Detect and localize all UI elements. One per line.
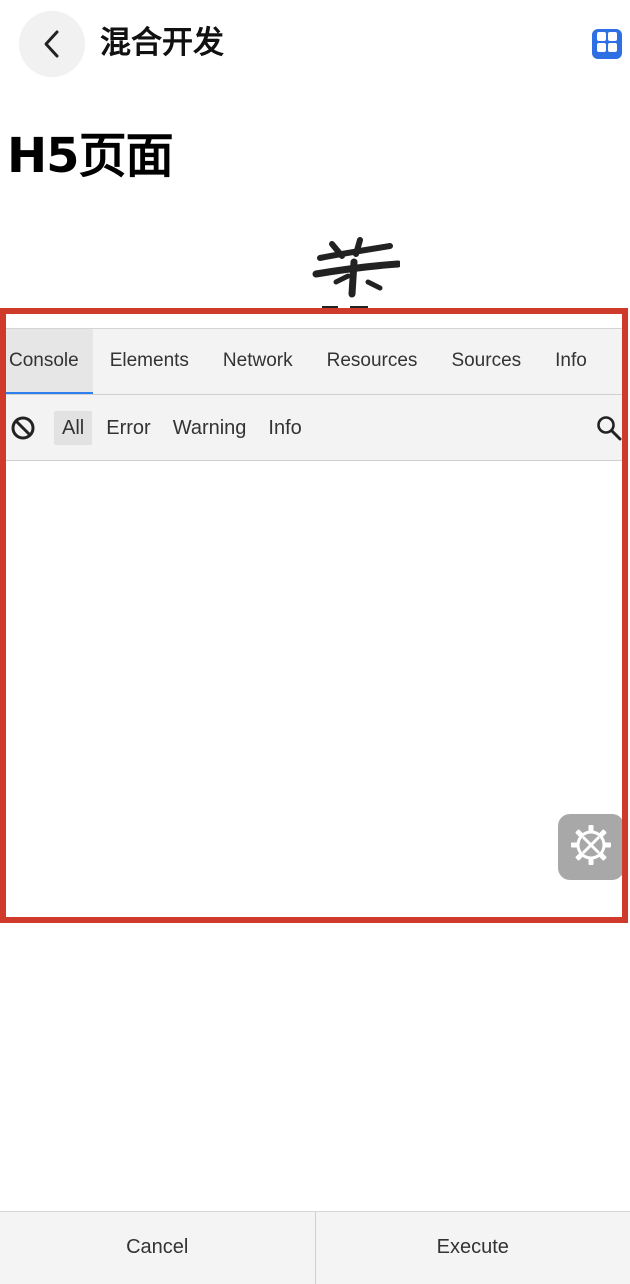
- tab-resources[interactable]: Resources: [310, 329, 435, 394]
- console-output: [6, 461, 622, 917]
- back-button[interactable]: [19, 11, 85, 77]
- content-heading: H5页面: [7, 128, 174, 184]
- settings-button[interactable]: [558, 814, 622, 880]
- filter-all[interactable]: All: [54, 410, 93, 445]
- tab-network[interactable]: Network: [206, 329, 310, 394]
- calligraphy-image: [310, 236, 402, 316]
- apps-button[interactable]: [592, 29, 622, 59]
- block-icon[interactable]: [10, 415, 36, 441]
- filter-error[interactable]: Error: [98, 411, 158, 445]
- action-bar: Cancel Execute: [0, 1211, 630, 1284]
- execute-button[interactable]: Execute: [314, 1212, 630, 1284]
- console-filterbar: All Error Warning Info: [6, 395, 622, 461]
- devtools-tabbar: Console Elements Network Resources Sourc…: [6, 329, 622, 395]
- tab-elements[interactable]: Elements: [93, 329, 206, 394]
- page: 混合开发 H5页面 Console Elements Network Resou…: [0, 0, 630, 1284]
- filter-warning[interactable]: Warning: [165, 411, 255, 445]
- grid-icon: [596, 31, 618, 57]
- tab-sources[interactable]: Sources: [434, 329, 538, 394]
- gear-wrench-icon: [568, 822, 614, 872]
- devtools-panel: Console Elements Network Resources Sourc…: [0, 308, 628, 923]
- tab-info[interactable]: Info: [538, 329, 604, 394]
- page-title: 混合开发: [100, 25, 224, 61]
- devtools-top-strip: [6, 314, 622, 329]
- search-icon[interactable]: [596, 415, 622, 441]
- tab-console[interactable]: Console: [6, 329, 93, 394]
- cancel-button[interactable]: Cancel: [0, 1212, 315, 1284]
- chevron-left-icon: [41, 29, 63, 59]
- filter-info[interactable]: Info: [260, 411, 309, 445]
